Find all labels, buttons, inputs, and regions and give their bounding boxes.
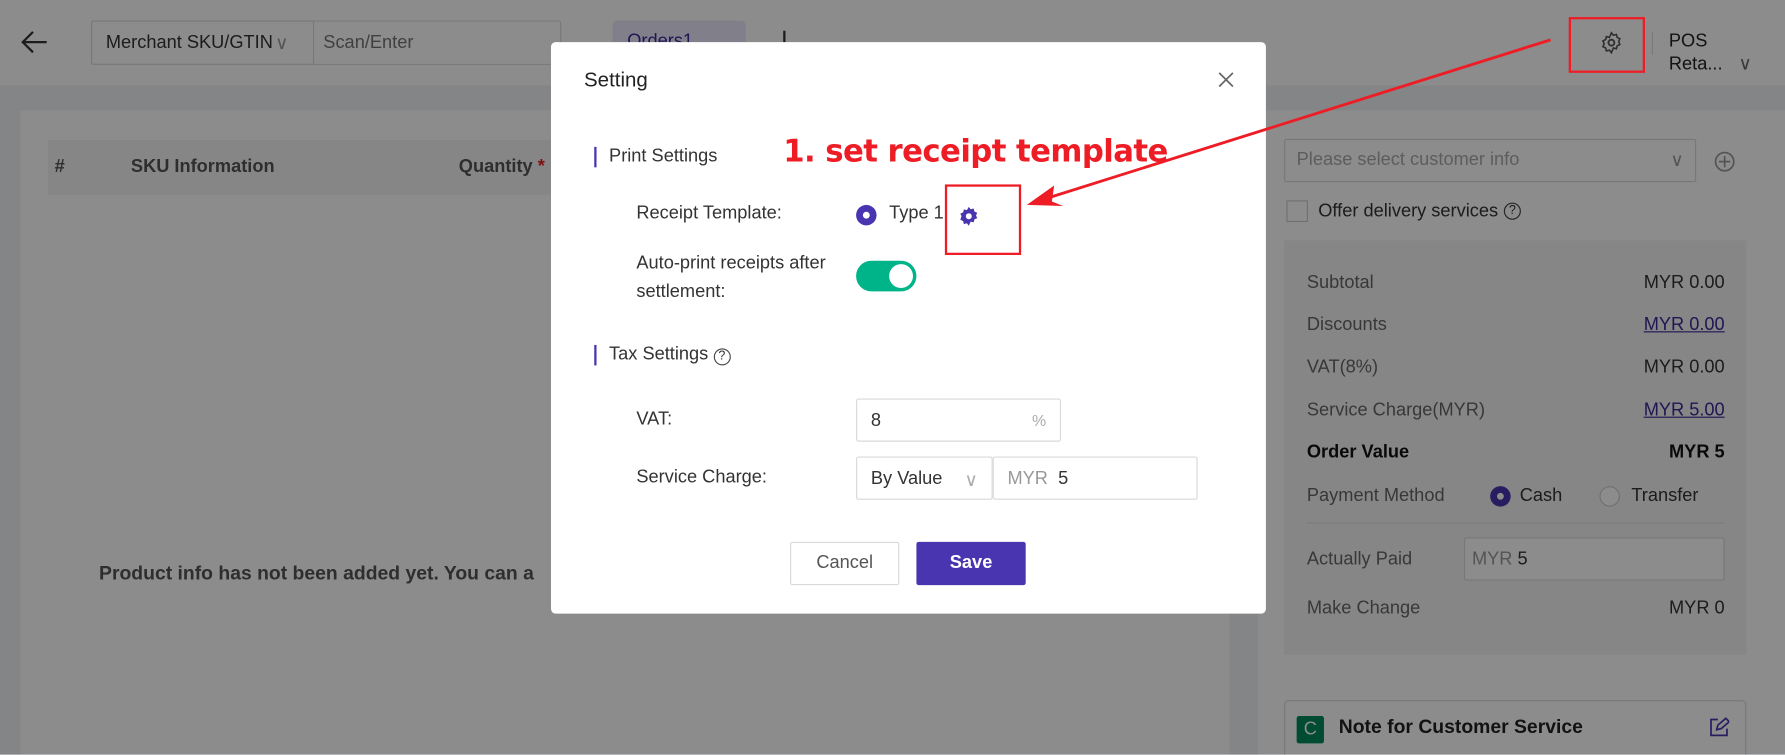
pos-page: Merchant SKU/GTIN ∨ Orders1 POS Reta...∨… — [0, 0, 1785, 755]
annotation-arrow — [1026, 38, 1551, 207]
